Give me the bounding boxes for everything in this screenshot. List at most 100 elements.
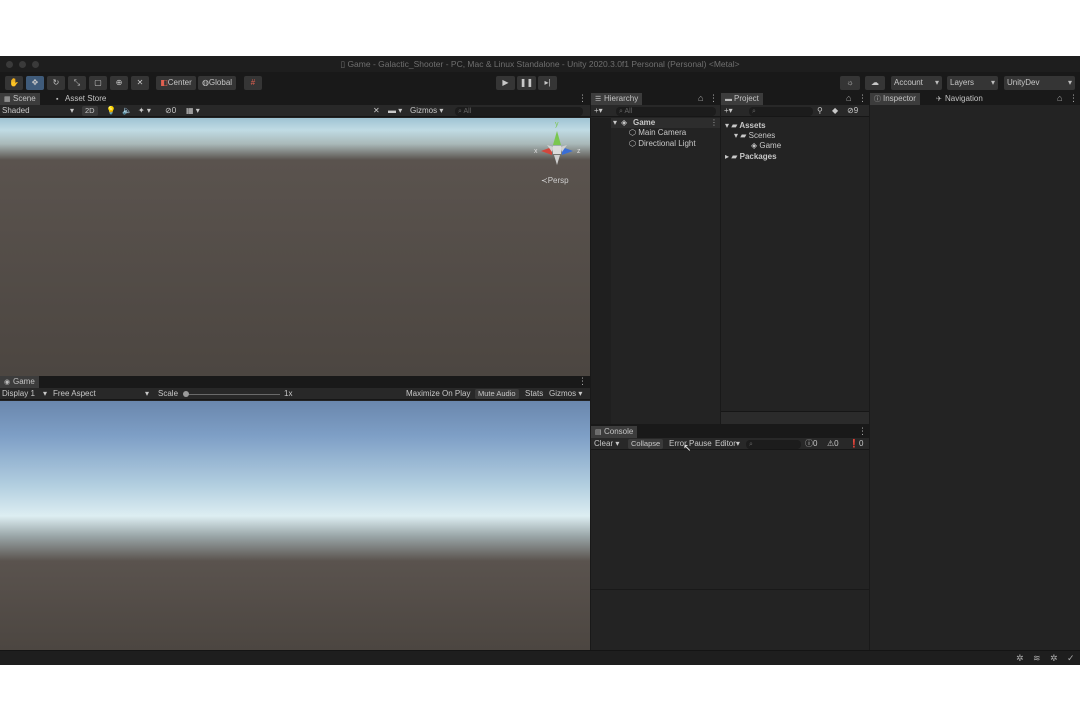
inspector-lock-icon[interactable]: ⌂ [1057, 93, 1062, 104]
mute-label: Mute Audio [478, 389, 516, 398]
scene-search-placeholder: All [463, 107, 472, 115]
chevron-down-icon: ▾ [70, 106, 75, 115]
tab-scene[interactable]: ▦ Scene [0, 93, 40, 105]
rotate-tool-button[interactable]: ↻ [47, 76, 65, 90]
tree-item-assets[interactable]: ▾ ▰ Assets [725, 121, 766, 131]
scale-tool-button[interactable]: ⤡ [68, 76, 86, 90]
tree-item-scenes[interactable]: ▾ ▰ Scenes [734, 131, 775, 141]
game-viewport[interactable] [0, 401, 590, 650]
tab-game[interactable]: ◉ Game [0, 376, 39, 388]
console-log-list[interactable] [591, 451, 869, 588]
cloud-icon: ☁ [871, 78, 879, 87]
layers-dropdown[interactable]: Layers [947, 76, 998, 90]
warning-filter-toggle[interactable]: ⚠0 [827, 438, 839, 450]
projection-toggle[interactable]: ≺Persp [541, 176, 569, 185]
maximize-on-play-toggle[interactable]: Maximize On Play [406, 388, 470, 400]
snap-button[interactable]: # [244, 76, 262, 90]
hierarchy-scene-row[interactable]: ▾ ◈ Game ⋮ [611, 118, 720, 128]
lighting-toggle[interactable]: 💡 [106, 105, 116, 117]
hand-tool-button[interactable]: ✋ [5, 76, 23, 90]
game-tab-label: Game [13, 377, 35, 386]
clear-dropdown[interactable]: Clear ▾ [594, 438, 619, 450]
search-by-type-button[interactable]: ⚲ [817, 105, 823, 117]
hierarchy-item[interactable]: ⬡ Directional Light [629, 139, 696, 149]
tab-project[interactable]: ▬ Project [721, 93, 763, 105]
minimize-window-button[interactable] [19, 61, 26, 68]
project-menu-icon[interactable]: ⋮ [858, 93, 867, 104]
scene-viewport[interactable]: y x z ≺Persp [0, 118, 590, 376]
grid-dropdown[interactable]: ▦ ▾ [186, 105, 200, 117]
space-toggle-button[interactable]: ◍Global [198, 76, 236, 90]
aspect-dropdown[interactable]: Free Aspect ▾ [53, 388, 153, 400]
auto-generate-lighting-icon[interactable]: ✲ [1050, 653, 1058, 664]
scene-row-menu-icon[interactable]: ⋮ [710, 118, 718, 128]
move-tool-button[interactable]: ✥ [26, 76, 44, 90]
title-bar: ▯ Game - Galactic_Shooter - PC, Mac & Li… [0, 56, 1080, 72]
cloud-button[interactable]: ☁ [865, 76, 885, 90]
packages-label: Packages [739, 152, 777, 161]
project-footer [721, 411, 869, 424]
step-button[interactable]: ▸| [538, 76, 557, 90]
play-button[interactable]: ▶ [496, 76, 515, 90]
search-by-label-button[interactable]: ◆ [832, 105, 838, 117]
editor-label: Editor [715, 439, 736, 448]
pause-button[interactable]: ❚❚ [517, 76, 536, 90]
scene-menu-icon[interactable]: ⋮ [578, 93, 587, 104]
expand-arrow-icon[interactable]: ▾ [613, 118, 617, 128]
cache-icon[interactable]: ≋ [1033, 653, 1041, 664]
rect-tool-button[interactable]: ▢ [89, 76, 107, 90]
2d-toggle[interactable]: 2D [82, 106, 98, 116]
transform-tool-button[interactable]: ⊕ [110, 76, 128, 90]
tab-navigation[interactable]: ✈ Navigation [932, 93, 987, 105]
audio-toggle[interactable]: 🔈 [122, 105, 132, 117]
scene-gizmos-dropdown[interactable]: Gizmos ▾ [410, 105, 443, 117]
tree-item-packages[interactable]: ▸ ▰ Packages [725, 152, 777, 162]
hidden-objects-toggle[interactable]: ⊘0 [165, 105, 176, 117]
collab-button[interactable]: ☼ [840, 76, 860, 90]
game-gizmos-dropdown[interactable]: Gizmos ▾ [549, 388, 582, 400]
zoom-window-button[interactable] [32, 61, 39, 68]
layout-dropdown[interactable]: UnityDev [1004, 76, 1075, 90]
mute-audio-toggle[interactable]: Mute Audio [475, 389, 519, 399]
account-dropdown[interactable]: Account [891, 76, 942, 90]
console-menu-icon[interactable]: ⋮ [858, 426, 867, 437]
project-lock-icon[interactable]: ⌂ [846, 93, 851, 104]
hierarchy-search-input[interactable]: ⌕ All [616, 106, 716, 116]
scale-slider-thumb[interactable] [183, 391, 189, 397]
display-dropdown[interactable]: Display 1 ▾ [2, 388, 50, 400]
project-search-input[interactable]: ⌕ [749, 106, 813, 116]
tab-console[interactable]: ▤ Console [591, 426, 638, 438]
tab-inspector[interactable]: ⓘ Inspector [870, 93, 920, 105]
tab-hierarchy[interactable]: ☰ Hierarchy [591, 93, 643, 105]
debug-icon[interactable]: ✲ [1016, 653, 1024, 664]
progress-check-icon[interactable]: ✓ [1067, 653, 1075, 664]
tab-asset-store[interactable]: ▪ Asset Store [52, 93, 110, 105]
game-menu-icon[interactable]: ⋮ [578, 376, 587, 387]
scene-toolbar: Shaded ▾ 2D 💡 🔈 ✦ ▾ ⊘0 ▦ ▾ ✕ ▬ ▾ Gizmos ▾… [0, 105, 590, 117]
hierarchy-create-dropdown[interactable]: +▾ [594, 105, 603, 117]
close-window-button[interactable] [6, 61, 13, 68]
console-search-input[interactable]: ⌕ [746, 439, 801, 449]
shading-mode-dropdown[interactable]: Shaded ▾ [2, 105, 77, 117]
pivot-toggle-button[interactable]: ◧Center [156, 76, 196, 90]
error-filter-toggle[interactable]: ❗0 [849, 438, 863, 450]
project-create-dropdown[interactable]: +▾ [724, 105, 733, 117]
scale-slider-track[interactable] [185, 393, 280, 395]
hierarchy-menu-icon[interactable]: ⋮ [709, 93, 718, 104]
tree-item-scene-game[interactable]: ◈ Game [751, 141, 781, 151]
inspector-menu-icon[interactable]: ⋮ [1069, 93, 1078, 104]
hierarchy-item[interactable]: ⬡ Main Camera [629, 128, 686, 138]
grid-icon: ▦ ▾ [186, 106, 200, 115]
scene-orientation-gizmo[interactable]: y x z [530, 121, 585, 173]
log-filter-toggle[interactable]: ⓘ0 [805, 438, 817, 450]
editor-dropdown[interactable]: Editor▾ [715, 438, 740, 450]
project-hidden-toggle[interactable]: ⊘9 [847, 105, 858, 117]
effects-dropdown[interactable]: ✦ ▾ [138, 105, 151, 117]
camera-dropdown[interactable]: ▬ ▾ [388, 105, 402, 117]
stats-toggle[interactable]: Stats [525, 388, 543, 400]
collapse-toggle[interactable]: Collapse [628, 439, 664, 449]
scene-tools-button[interactable]: ✕ [373, 105, 380, 117]
hierarchy-lock-icon[interactable]: ⌂ [698, 93, 703, 104]
custom-tool-button[interactable]: ✕ [131, 76, 149, 90]
scene-search-input[interactable]: ⌕ All [455, 106, 583, 116]
